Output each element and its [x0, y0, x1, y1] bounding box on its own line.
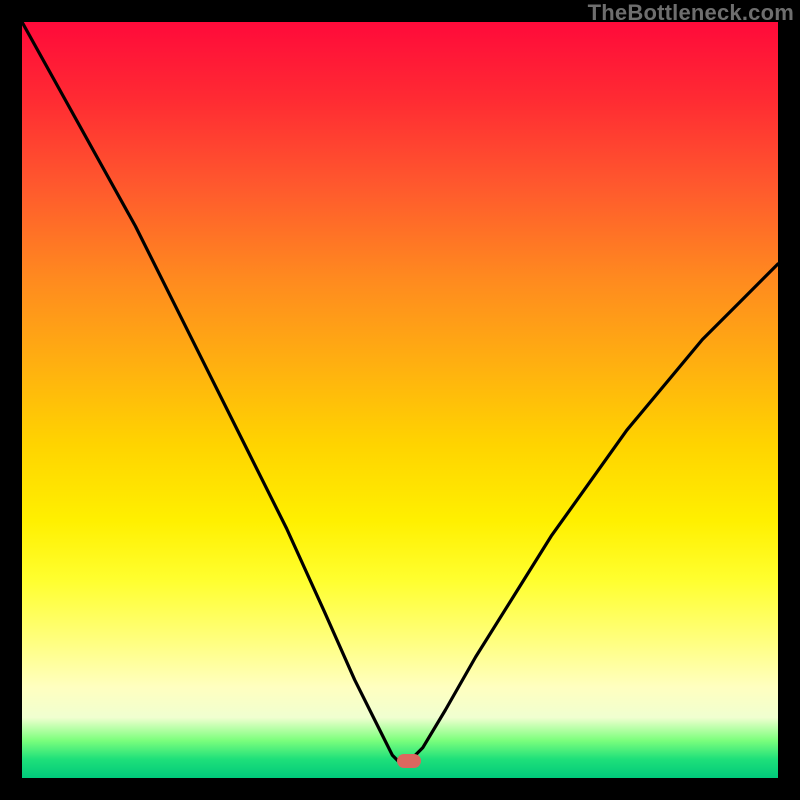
bottleneck-curve [22, 22, 778, 778]
chart-frame: TheBottleneck.com [0, 0, 800, 800]
plot-area [22, 22, 778, 778]
optimum-marker [397, 754, 421, 768]
